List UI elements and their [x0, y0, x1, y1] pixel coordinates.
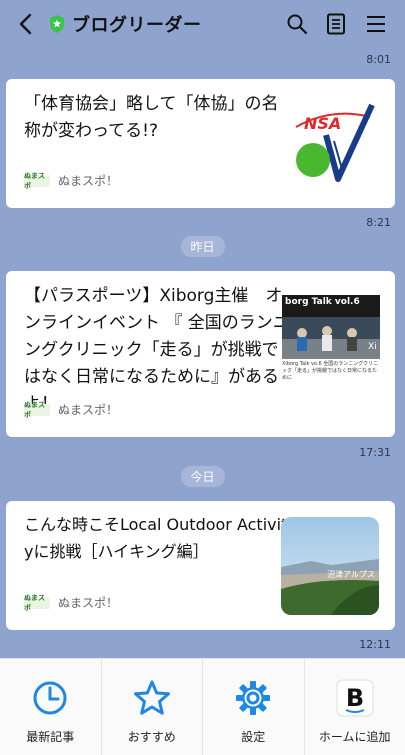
clock-icon [31, 679, 69, 717]
post-title[interactable]: こんな時こそLocal Outdoor Activit yに挑戦［ハイキング編］ [24, 511, 288, 565]
menu-icon [367, 16, 385, 32]
nav-label: ホームに追加 [318, 730, 391, 744]
page-title: ブログリーダー [72, 15, 202, 36]
nav-settings[interactable]: 設定 [203, 659, 305, 755]
post-title[interactable]: 「体育協会」略して「体協」の名 称が変わってる!? [24, 91, 279, 145]
source-logo: ぬまスポ [24, 401, 50, 419]
timestamp: 17:31 [359, 446, 391, 459]
post-source: ぬまスポ ぬまスポ！ [24, 594, 119, 612]
blog-post-card[interactable]: 「体育協会」略して「体協」の名 称が変わってる!? ぬまスポ ぬまスポ！ NSA [6, 79, 395, 208]
timestamp: 8:21 [366, 216, 391, 229]
thumbnail-caption: borg Talk vol.6 [285, 297, 360, 307]
post-title-line: はなく日常になるために』がある [24, 367, 279, 387]
search-icon [287, 14, 308, 35]
svg-text:B: B [346, 684, 364, 712]
bottom-navigation: 最新記事 おすすめ 設定 B ホームに追加 [0, 658, 405, 755]
source-logo: ぬまスポ [24, 172, 50, 190]
menu-button[interactable] [364, 12, 388, 36]
search-button[interactable] [285, 12, 309, 36]
nav-recommended[interactable]: おすすめ [102, 659, 203, 755]
post-title-line: 称が変わってる!? [24, 121, 158, 141]
app-header: ブログリーダー [0, 0, 405, 48]
post-thumbnail[interactable]: Xi borg Talk vol.6 Xiborg Talk vo.6 全国のラ… [282, 295, 380, 385]
landscape-photo-image [281, 517, 379, 615]
post-title[interactable]: 【パラスポーツ】Xiborg主催 オ ンラインイベント 『 全国のランニ ングク… [24, 283, 290, 418]
post-source: ぬまスポ ぬまスポ！ [24, 401, 119, 419]
post-title-line: こんな時こそLocal Outdoor Activit [24, 515, 288, 534]
thumbnail-caption: 沼津アルプス [327, 570, 375, 579]
back-button[interactable] [14, 12, 38, 36]
list-button[interactable] [324, 12, 348, 36]
timestamp: 12:11 [359, 638, 391, 651]
blog-b-icon: B [336, 679, 374, 717]
blog-post-card[interactable]: こんな時こそLocal Outdoor Activit yに挑戦［ハイキング編］… [6, 501, 395, 630]
post-thumbnail[interactable]: 沼津アルプス [281, 517, 379, 615]
shield-icon [50, 15, 64, 33]
post-thumbnail[interactable]: NSA [282, 95, 380, 193]
nav-label: 最新記事 [26, 730, 75, 744]
post-source: ぬまスポ ぬまスポ！ [24, 172, 119, 190]
back-icon [19, 13, 32, 35]
svg-text:NSA: NSA [304, 114, 341, 133]
source-name: ぬまスポ！ [58, 174, 119, 188]
title-group: ブログリーダー [48, 12, 202, 36]
nav-add-to-home[interactable]: B ホームに追加 [305, 659, 405, 755]
timestamp: 8:01 [366, 53, 391, 66]
source-logo: ぬまスポ [24, 594, 50, 612]
nsa-logo-image: NSA [282, 95, 380, 193]
thumbnail-subcaption: Xiborg Talk vo.6 全国のランニングクリニック「走る」が挑戦ではな… [282, 361, 379, 381]
source-name: ぬまスポ！ [58, 596, 119, 610]
source-name: ぬまスポ！ [58, 403, 119, 417]
post-title-line: yに挑戦［ハイキング編］ [24, 542, 209, 561]
nav-latest-articles[interactable]: 最新記事 [0, 659, 102, 755]
date-separator: 今日 [180, 466, 225, 487]
svg-text:Xi: Xi [368, 342, 377, 352]
post-title-line: ングクリニック「走る」が挑戦で [24, 340, 279, 360]
blog-post-card[interactable]: 【パラスポーツ】Xiborg主催 オ ンラインイベント 『 全国のランニ ングク… [6, 271, 395, 437]
nav-label: おすすめ [127, 730, 176, 744]
post-title-line: 【パラスポーツ】Xiborg主催 オ [24, 286, 283, 306]
post-title-line: ンラインイベント 『 全国のランニ [24, 313, 290, 333]
nav-label: 設定 [241, 730, 266, 744]
date-separator: 昨日 [180, 236, 225, 257]
gear-icon [234, 679, 272, 717]
post-title-line: 「体育協会」略して「体協」の名 [24, 94, 279, 114]
star-icon [133, 679, 171, 717]
list-icon [327, 13, 345, 35]
